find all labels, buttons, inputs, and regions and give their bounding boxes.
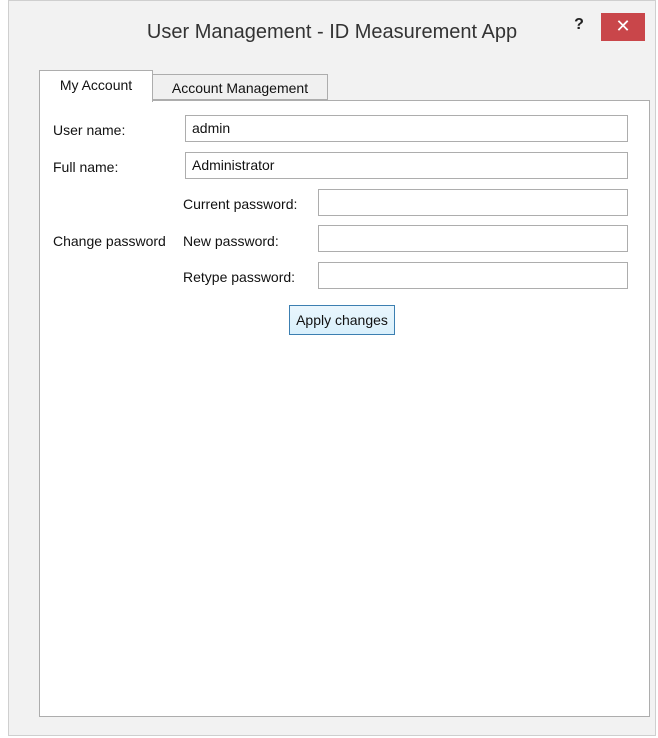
window-title: User Management - ID Measurement App (146, 21, 518, 43)
apply-changes-button[interactable]: Apply changes (289, 305, 395, 335)
fullname-field[interactable]: Administrator (185, 152, 628, 179)
user-management-window: User Management - ID Measurement App ? ✕… (8, 0, 656, 736)
current-password-field[interactable] (318, 189, 628, 216)
current-password-label: Current password: (183, 196, 298, 212)
new-password-field[interactable] (318, 225, 628, 252)
username-field[interactable]: admin (185, 115, 628, 142)
title-bar: User Management - ID Measurement App ? ✕ (9, 1, 655, 61)
new-password-label: New password: (183, 233, 279, 249)
help-icon[interactable]: ? (567, 13, 591, 37)
retype-password-field[interactable] (318, 262, 628, 289)
close-icon[interactable]: ✕ (601, 13, 645, 41)
username-label: User name: (53, 122, 126, 138)
fullname-label: Full name: (53, 159, 119, 175)
tab-my-account[interactable]: My Account (39, 70, 153, 102)
change-password-label: Change password (53, 233, 166, 249)
my-account-panel: User name: admin Full name: Administrato… (39, 100, 650, 717)
retype-password-label: Retype password: (183, 269, 296, 285)
tab-account-management[interactable]: Account Management (153, 74, 328, 100)
